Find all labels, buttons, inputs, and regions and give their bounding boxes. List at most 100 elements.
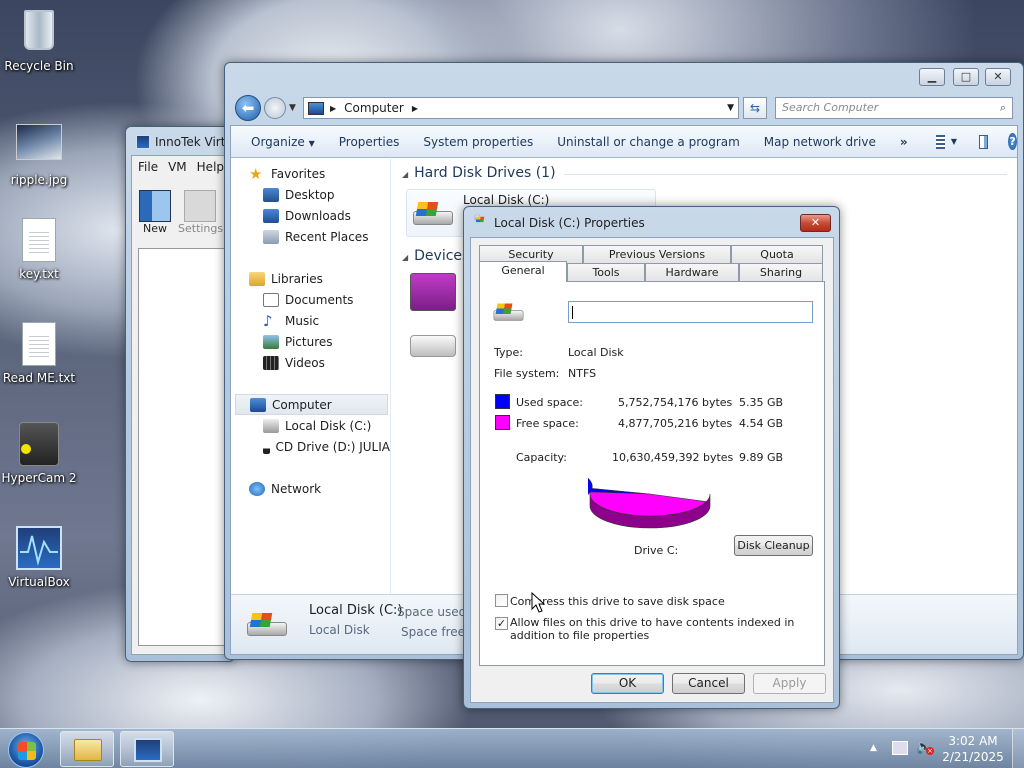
forward-button[interactable] (264, 97, 286, 119)
drive-name-input[interactable] (568, 301, 813, 323)
nav-local-disk[interactable]: Local Disk (C:) (231, 415, 390, 436)
tab-quota[interactable]: Quota (731, 245, 823, 263)
tab-previous-versions[interactable]: Previous Versions (583, 245, 731, 263)
desktop-icon-key-txt[interactable]: key.txt (0, 218, 79, 281)
group-devices[interactable]: ◢ Devices (402, 248, 469, 264)
index-checkbox[interactable]: ✓ (495, 617, 508, 630)
desktop-icon-readme[interactable]: Read ME.txt (0, 322, 79, 385)
cd-drive-icon[interactable] (410, 335, 456, 357)
nav-network[interactable]: Network (231, 478, 390, 499)
desktop-icon-recycle-bin[interactable]: Recycle Bin (0, 8, 79, 73)
apply-button[interactable]: Apply (753, 673, 826, 694)
tab-general[interactable]: General (479, 261, 567, 282)
nav-documents[interactable]: Documents (231, 289, 390, 310)
recent-pages-dropdown[interactable]: ▼ (289, 103, 296, 113)
computer-icon (250, 397, 266, 412)
vbox-menu-help[interactable]: Help (197, 160, 224, 174)
downloads-icon (263, 208, 279, 223)
desktop-icon-label: key.txt (19, 267, 59, 281)
address-dropdown[interactable]: ▼ (727, 103, 734, 113)
compress-checkbox[interactable] (495, 594, 508, 607)
nav-desktop[interactable]: Desktop (231, 184, 390, 205)
group-hard-disk-drives[interactable]: ◢ Hard Disk Drives (1) (402, 165, 556, 181)
desktop-icon-label: ripple.jpg (10, 173, 68, 187)
vbox-menu-vm[interactable]: VM (168, 160, 187, 174)
new-vm-icon (139, 190, 171, 222)
disk-usage-pie (588, 477, 711, 529)
music-icon: ♪ (263, 311, 273, 330)
help-icon[interactable]: ? (1008, 133, 1017, 150)
index-label[interactable]: Allow files on this drive to have conten… (510, 616, 816, 642)
capacity-label: Capacity: (516, 451, 567, 464)
nav-favorites[interactable]: ★ Favorites (231, 163, 390, 184)
action-center-icon[interactable] (892, 741, 908, 755)
floppy-drive-icon[interactable] (410, 273, 456, 311)
tab-hardware[interactable]: Hardware (645, 263, 739, 281)
dropdown-arrow-icon[interactable]: ▼ (951, 137, 957, 146)
breadcrumb-computer[interactable]: Computer (344, 101, 404, 115)
tab-sharing[interactable]: Sharing (739, 263, 823, 281)
start-button[interactable] (8, 732, 44, 768)
map-network-drive-button[interactable]: Map network drive (752, 135, 888, 149)
vbox-menu-file[interactable]: File (138, 160, 158, 174)
nav-recent-places[interactable]: Recent Places (231, 226, 390, 247)
maximize-button[interactable]: □ (953, 68, 979, 86)
nav-videos[interactable]: Videos (231, 352, 390, 373)
nav-libraries[interactable]: Libraries (231, 268, 390, 289)
vbox-vm-list[interactable] (138, 248, 233, 646)
show-hidden-icons-button[interactable]: ▲ (870, 743, 877, 753)
separator (494, 334, 812, 335)
videos-icon (263, 355, 279, 370)
back-button[interactable]: ⬅ (235, 95, 261, 121)
refresh-icon: ⇆ (749, 101, 761, 115)
vbox-settings-button[interactable]: Settings (178, 190, 223, 235)
minimize-button[interactable]: ▁ (919, 68, 945, 86)
nav-computer[interactable]: Computer (235, 394, 388, 415)
nav-downloads[interactable]: Downloads (231, 205, 390, 226)
vbox-new-label: New (143, 222, 167, 235)
desktop-icon-hypercam[interactable]: HyperCam 2 (0, 422, 79, 485)
uninstall-program-button[interactable]: Uninstall or change a program (545, 135, 752, 149)
taskbar-explorer-button[interactable] (60, 731, 114, 767)
dialog-close-button[interactable]: ✕ (800, 214, 831, 232)
taskbar-virtualbox-button[interactable] (120, 731, 174, 767)
address-bar[interactable]: ▶ Computer ▶ ▼ (303, 97, 739, 119)
dialog-title: Local Disk (C:) Properties (494, 216, 645, 230)
properties-dialog[interactable]: Local Disk (C:) Properties ✕ Security Pr… (463, 206, 840, 709)
view-options-icon[interactable] (935, 134, 945, 149)
desktop-icon (263, 187, 279, 202)
used-space-swatch (495, 394, 510, 409)
navigation-pane: ★ Favorites Desktop Downloads Recent Plac… (231, 159, 391, 594)
nav-pictures[interactable]: Pictures (231, 331, 390, 352)
clock[interactable]: 3:02 AM 2/21/2025 (940, 733, 1006, 765)
virtualbox-icon (15, 526, 63, 572)
virtualbox-icon (134, 738, 162, 762)
virtualbox-window[interactable]: InnoTek Virt File VM Help New Settings (125, 126, 235, 662)
system-properties-button[interactable]: System properties (411, 135, 545, 149)
organize-button[interactable]: Organize ▼ (239, 135, 327, 149)
more-commands-button[interactable]: » (888, 135, 920, 149)
drive-caption: Drive C: (634, 544, 679, 557)
free-space-swatch (495, 415, 510, 430)
vbox-new-button[interactable]: New (138, 190, 172, 235)
desktop-icon-label: VirtualBox (8, 575, 70, 589)
nav-cd-drive[interactable]: CD Drive (D:) JULIA (231, 436, 390, 457)
nav-music[interactable]: ♪ Music (231, 310, 390, 331)
chevron-right-icon: ▶ (330, 103, 337, 113)
refresh-button[interactable]: ⇆ (743, 97, 767, 119)
dropdown-arrow-icon: ▼ (308, 138, 315, 148)
disk-cleanup-button[interactable]: Disk Cleanup (734, 535, 813, 556)
type-value: Local Disk (568, 346, 624, 359)
capacity-gb: 9.89 GB (739, 451, 784, 464)
preview-pane-icon[interactable] (979, 134, 989, 149)
cancel-button[interactable]: Cancel (672, 673, 745, 694)
desktop-icon-ripple[interactable]: ripple.jpg (0, 120, 79, 187)
search-box[interactable]: Search Computer ⌕ (775, 97, 1013, 119)
tab-tools[interactable]: Tools (567, 263, 645, 281)
properties-button[interactable]: Properties (327, 135, 412, 149)
show-desktop-button[interactable] (1012, 729, 1024, 768)
filesystem-label: File system: (494, 367, 560, 380)
desktop-icon-virtualbox[interactable]: VirtualBox (0, 526, 79, 589)
close-button[interactable]: ✕ (985, 68, 1011, 86)
ok-button[interactable]: OK (591, 673, 664, 694)
